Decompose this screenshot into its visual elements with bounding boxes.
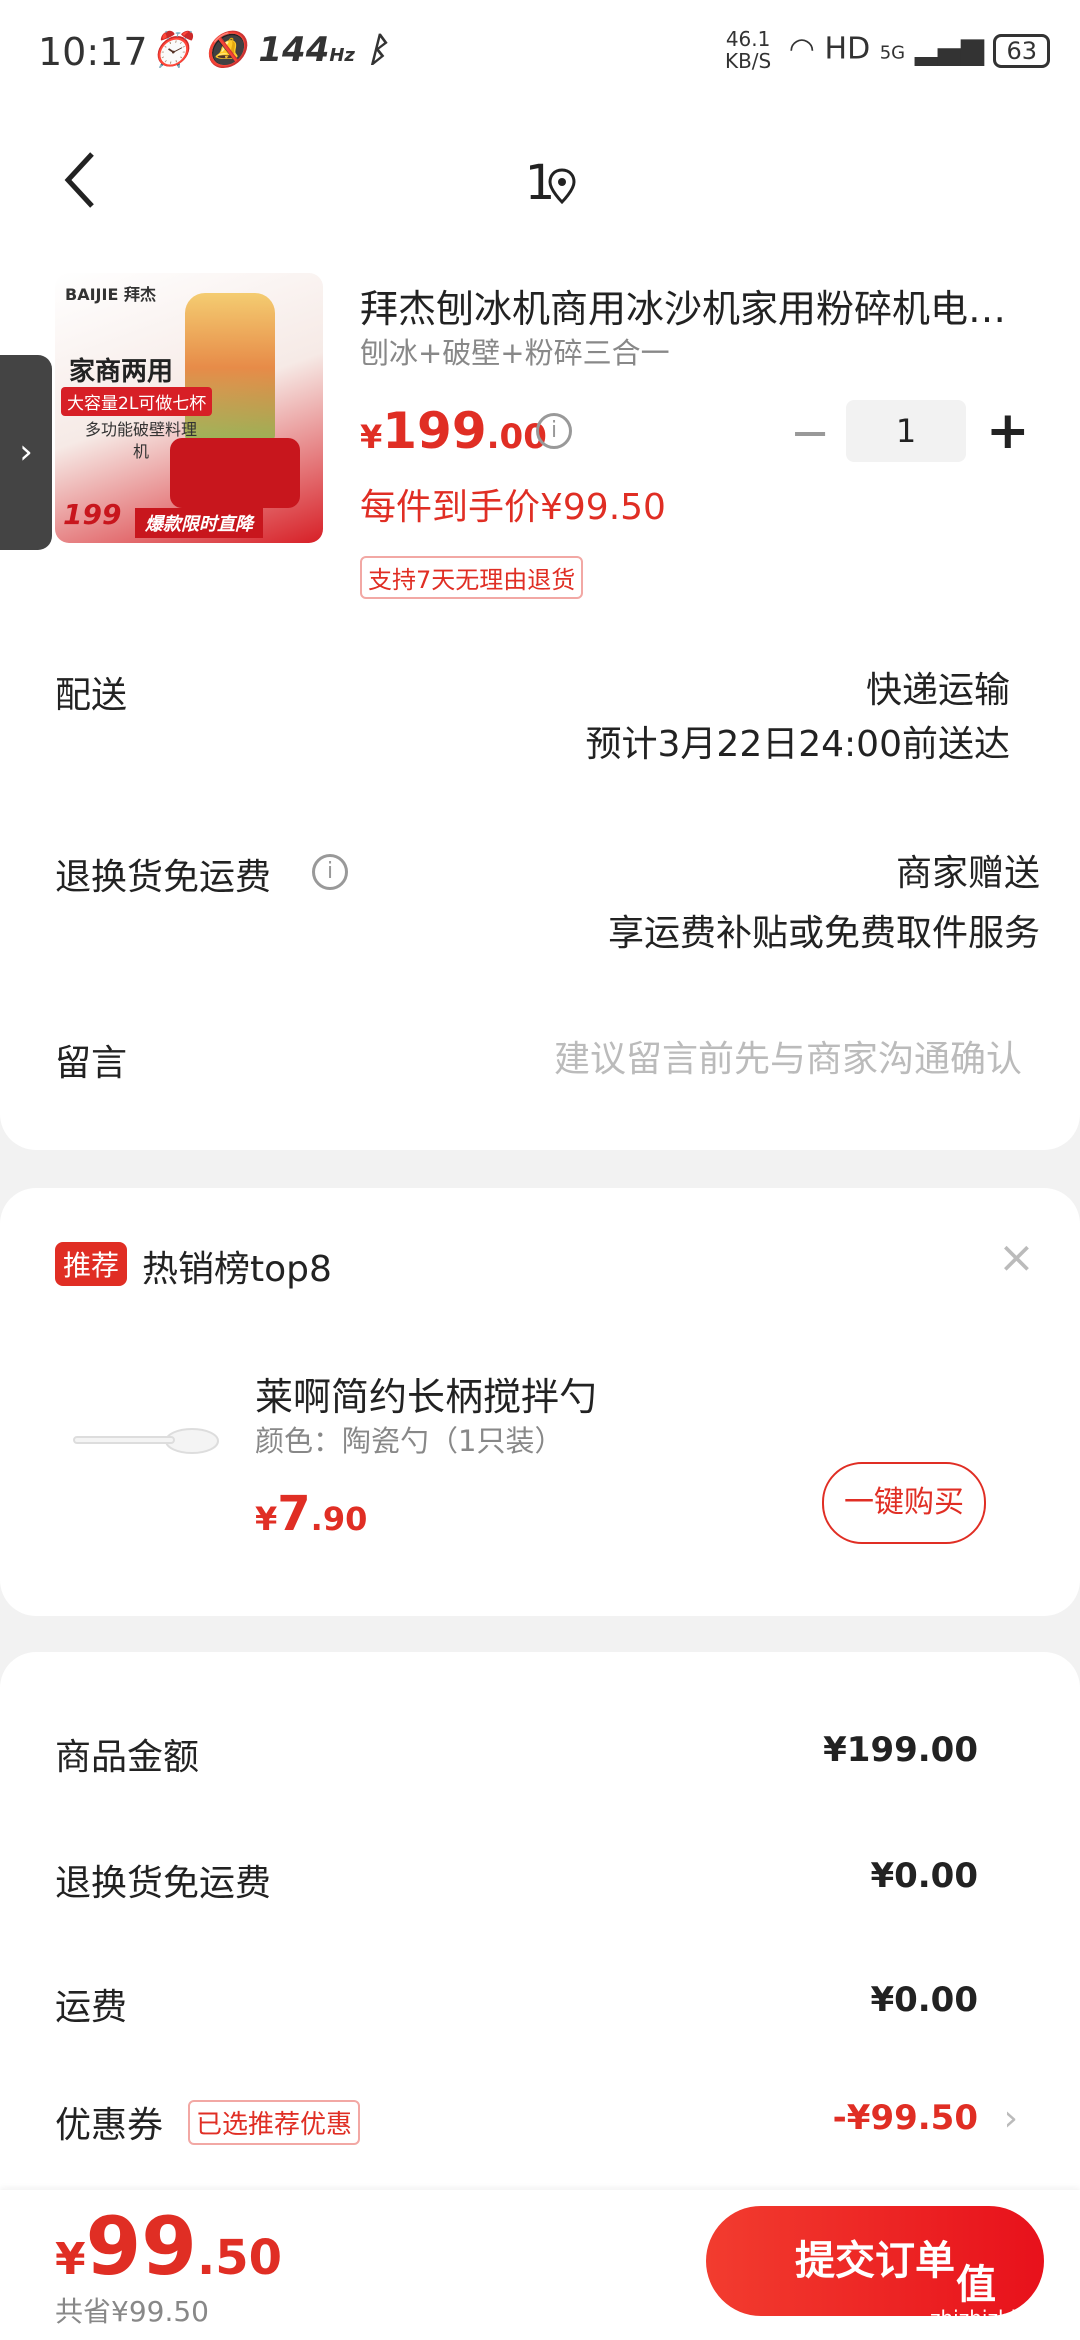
goods-amount-label: 商品金额: [55, 1737, 200, 1778]
return-freight-info-icon[interactable]: i: [312, 854, 348, 890]
refresh-rate: 144: [258, 30, 330, 70]
goods-amount-value: ¥199.00: [823, 1730, 978, 1770]
recommend-item-spec: 颜色：陶瓷勺（1只装）: [255, 1424, 564, 1458]
rec-price-decimal: .90: [310, 1500, 368, 1538]
delivery-label: 配送: [55, 675, 128, 716]
price-integer: 199: [382, 402, 487, 460]
chevron-right-icon: ›: [19, 432, 33, 472]
rec-price-currency: ¥: [255, 1500, 278, 1538]
total-currency: ¥: [55, 2234, 86, 2285]
signal-icon: ▂▄▆: [914, 31, 984, 67]
network-type: 5G: [879, 42, 906, 64]
message-input[interactable]: 建议留言前先与商家沟通确认: [554, 1030, 1022, 1082]
location-pin-icon[interactable]: [548, 168, 576, 212]
return-freight-label: 退换货免运费: [55, 857, 272, 898]
product-price: ¥199.00: [360, 402, 547, 460]
price-info-icon[interactable]: i: [536, 413, 572, 449]
price-currency: ¥: [360, 418, 383, 456]
recommend-tag: 推荐: [55, 1242, 128, 1286]
total-integer: 99: [85, 2200, 197, 2293]
watermark-logo-icon: 值: [956, 2262, 996, 2308]
product-image[interactable]: BAIJIE 拜杰 家商两用 大容量2L可做七杯 多功能破壁料理机 199 爆款…: [55, 273, 323, 543]
return-freight-desc: 享运费补贴或免费取件服务: [607, 913, 1040, 954]
alarm-icon: ⏰: [150, 30, 193, 70]
spoon-image[interactable]: [70, 1424, 220, 1458]
recommend-item-price: ¥7.90: [255, 1486, 367, 1542]
one-click-buy-button[interactable]: 一键购买: [822, 1462, 986, 1544]
recommend-title: 热销榜top8: [142, 1249, 332, 1290]
mute-icon: 🔕: [204, 30, 247, 70]
quantity-plus-button[interactable]: +: [986, 404, 1030, 458]
refresh-unit: Hz: [329, 45, 355, 66]
coupon-label: 优惠券: [55, 2105, 164, 2146]
recommend-item-name[interactable]: 莱啊简约长柄搅拌勺: [255, 1366, 597, 1421]
wifi-icon: ◠: [788, 31, 815, 67]
rec-price-integer: 7: [277, 1486, 311, 1542]
image-headline: 家商两用: [69, 357, 174, 387]
speed-value: 46.1: [725, 27, 771, 51]
image-price: 199: [63, 498, 122, 531]
return-freight-value: 商家赠送 享运费补贴或免费取件服务: [608, 844, 1040, 964]
battery-icon: 63: [993, 33, 1050, 68]
bluetooth-icon: ᛒ: [366, 30, 388, 70]
shipping-value: ¥0.00: [870, 1980, 978, 2020]
coupon-value[interactable]: -¥99.50: [833, 2098, 978, 2138]
saved-amount: 共省¥99.50: [55, 2295, 209, 2328]
page-title: 1: [524, 155, 556, 211]
message-label: 留言: [55, 1043, 128, 1084]
delivery-eta: 预计3月22日24:00前送达: [585, 724, 1010, 765]
close-icon[interactable]: ×: [998, 1232, 1035, 1283]
shipping-label: 运费: [55, 1987, 128, 2028]
return-freight-summary-value: ¥0.00: [870, 1856, 978, 1896]
delivery-method: 快递运输: [865, 670, 1010, 711]
status-bar: 10:17 ⏰ 🔕 144Hz ᛒ 46.1 KB/S ◠ HD 5G ▂▄▆ 6…: [0, 0, 1080, 110]
image-feature: 多功能破壁料理机: [84, 420, 197, 461]
return-freight-provider: 商家赠送: [895, 853, 1040, 894]
return-freight-summary-label: 退换货免运费: [55, 1863, 272, 1904]
status-left-icons: ⏰ 🔕 144Hz ᛒ: [150, 30, 387, 70]
hd-badge: HD: [824, 31, 871, 67]
final-unit-price: 每件到手价¥99.50: [360, 487, 666, 528]
watermark-text: zhizhizhi.com: [930, 2306, 1066, 2330]
image-brand: BAIJIE 拜杰: [65, 285, 156, 304]
delivery-value[interactable]: 快递运输 预计3月22日24:00前送达: [586, 664, 1010, 772]
total-decimal: .50: [196, 2230, 282, 2286]
image-strip: 爆款限时直降: [135, 508, 263, 538]
quantity-minus-button[interactable]: −: [790, 408, 830, 458]
product-title[interactable]: 拜杰刨冰机商用冰沙机家用粉碎机电…: [360, 278, 1040, 333]
total-price: ¥99.50: [55, 2200, 282, 2293]
quantity-input[interactable]: 1: [846, 400, 966, 462]
coupon-tag: 已选推荐优惠: [188, 2100, 361, 2145]
chevron-right-icon[interactable]: ›: [1004, 2098, 1018, 2139]
network-speed: 46.1 KB/S: [725, 28, 771, 72]
speed-unit: KB/S: [724, 49, 772, 73]
page-header: 1: [0, 110, 1080, 250]
product-spec[interactable]: 刨冰+破壁+粉碎三合一: [360, 330, 670, 372]
status-right-icons: 46.1 KB/S ◠ HD 5G ▂▄▆ 63: [725, 28, 1050, 72]
image-subline: 大容量2L可做七杯: [61, 387, 213, 416]
status-time: 10:17: [38, 30, 148, 74]
side-expand-tab[interactable]: ›: [0, 355, 52, 550]
return-policy-badge: 支持7天无理由退货: [360, 556, 584, 599]
